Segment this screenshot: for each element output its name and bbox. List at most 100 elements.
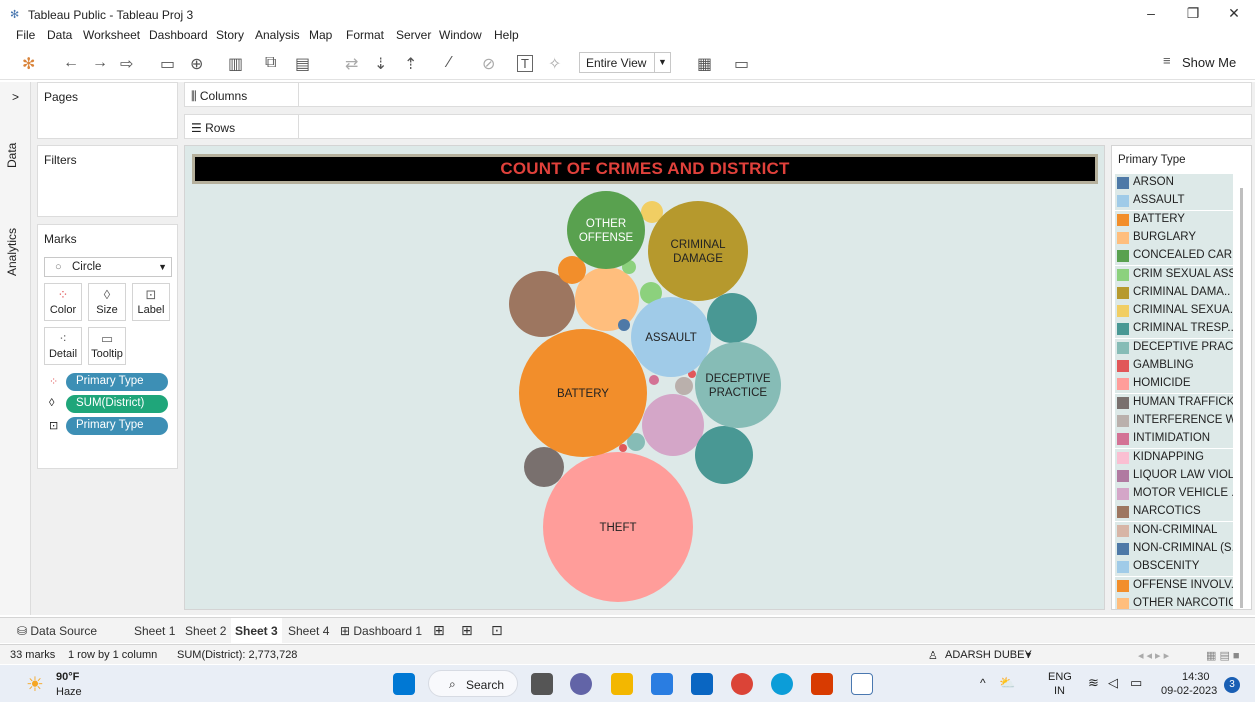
bubble-chart[interactable]: THEFTBATTERYCRIMINAL DAMAGEASSAULTDECEPTI… xyxy=(185,146,1106,611)
menu-format[interactable]: Format xyxy=(346,28,384,42)
bubble-mark[interactable] xyxy=(648,201,748,301)
bubble-mark[interactable] xyxy=(649,375,659,385)
new-story-icon[interactable]: ⊡ xyxy=(491,622,503,639)
clock-time[interactable]: 14:30 xyxy=(1182,671,1210,683)
taskbar-search[interactable]: ⌕ Search xyxy=(428,670,518,697)
tableau-taskbar-icon[interactable] xyxy=(851,673,873,695)
size-card[interactable]: ◊ Size xyxy=(88,283,126,321)
legend-item[interactable]: OTHER NARCOTIC.. xyxy=(1115,594,1233,609)
menu-server[interactable]: Server xyxy=(396,28,431,42)
new-worksheet-icon[interactable]: ⊞ xyxy=(433,622,445,639)
legend-item[interactable]: CONCEALED CAR.. xyxy=(1115,247,1233,266)
legend-item[interactable]: INTIMIDATION xyxy=(1115,430,1233,449)
new-sheet-icon[interactable]: ▥ xyxy=(228,54,243,74)
columns-shelf[interactable]: ⫼ Columns xyxy=(184,82,1252,107)
legend-item[interactable]: CRIMINAL TRESP.. xyxy=(1115,320,1233,339)
teams-icon[interactable] xyxy=(570,673,592,695)
bubble-mark[interactable] xyxy=(618,319,630,331)
notification-badge[interactable]: 3 xyxy=(1224,677,1240,693)
filters-shelf[interactable]: Filters xyxy=(37,145,178,217)
legend-item[interactable]: NARCOTICS xyxy=(1115,503,1233,522)
show-me-button[interactable]: Show Me xyxy=(1162,55,1236,70)
tab-sheet-3-active[interactable]: Sheet 3 xyxy=(231,618,282,644)
tab-sheet-1[interactable]: Sheet 1 xyxy=(134,624,175,638)
expand-chevron-icon[interactable]: > xyxy=(12,90,19,104)
battery-icon[interactable]: ▭ xyxy=(1130,675,1142,691)
bubble-mark[interactable] xyxy=(642,394,704,456)
presentation-toggle-icon[interactable]: ▦ xyxy=(697,54,712,74)
legend-item[interactable]: BURGLARY xyxy=(1115,228,1233,247)
legend-item[interactable]: CRIMINAL DAMA.. xyxy=(1115,283,1233,302)
legend-item[interactable]: NON-CRIMINAL (S.. xyxy=(1115,540,1233,558)
weather-icon[interactable]: ☀ xyxy=(26,672,44,697)
menu-worksheet[interactable]: Worksheet xyxy=(83,28,140,42)
mail-icon[interactable] xyxy=(691,673,713,695)
mark-type-dropdown[interactable]: ○ Circle ▼ xyxy=(44,257,172,277)
minimize-button[interactable]: – xyxy=(1136,5,1166,25)
duplicate-sheet-icon[interactable]: ⧉ xyxy=(265,54,276,72)
menu-file[interactable]: File xyxy=(16,28,35,42)
legend-item[interactable]: NON-CRIMINAL xyxy=(1115,521,1233,540)
wifi-icon[interactable]: ≋ xyxy=(1088,675,1099,691)
label-pill[interactable]: Primary Type xyxy=(66,417,168,435)
task-view-icon[interactable] xyxy=(531,673,553,695)
menu-dashboard[interactable]: Dashboard xyxy=(149,28,208,42)
color-card[interactable]: ⁘ Color xyxy=(44,283,82,321)
tab-analytics[interactable]: Analytics xyxy=(5,228,19,276)
legend-item[interactable]: CRIM SEXUAL ASS.. xyxy=(1115,265,1233,284)
tray-chevron-icon[interactable]: ^ xyxy=(980,676,986,690)
redo-icon[interactable]: → xyxy=(92,54,108,72)
tab-sheet-4[interactable]: Sheet 4 xyxy=(288,624,329,638)
data-source-tab[interactable]: ⛁ Data Source xyxy=(17,624,97,638)
legend-item[interactable]: ARSON xyxy=(1115,174,1233,192)
legend-item[interactable]: HOMICIDE xyxy=(1115,375,1233,394)
legend-item[interactable]: OBSCENITY xyxy=(1115,558,1233,577)
volume-icon[interactable]: ◁ xyxy=(1108,675,1118,691)
legend-item[interactable]: OFFENSE INVOLV.. xyxy=(1115,576,1233,595)
tab-dashboard-1[interactable]: ⊞ Dashboard 1 xyxy=(340,624,422,638)
swap-icon[interactable]: ⇄ xyxy=(345,54,358,74)
fit-dropdown[interactable]: Entire View ▼ xyxy=(579,52,671,73)
tab-data[interactable]: Data xyxy=(5,143,19,168)
add-datasource-icon[interactable]: ⊕ xyxy=(190,54,203,74)
legend-item[interactable]: MOTOR VEHICLE .. xyxy=(1115,485,1233,504)
menu-map[interactable]: Map xyxy=(309,28,332,42)
sort-desc-icon[interactable]: ⇡ xyxy=(404,54,417,74)
edge-icon[interactable] xyxy=(771,673,793,695)
language-code[interactable]: ENG xyxy=(1048,671,1072,683)
clock-date[interactable]: 09-02-2023 xyxy=(1161,685,1217,697)
bubble-mark[interactable] xyxy=(707,293,757,343)
menu-story[interactable]: Story xyxy=(216,28,244,42)
menu-window[interactable]: Window xyxy=(439,28,482,42)
bubble-mark[interactable] xyxy=(524,447,564,487)
bubble-mark[interactable] xyxy=(695,342,781,428)
size-pill[interactable]: SUM(District) xyxy=(66,395,168,413)
highlight-icon[interactable]: ∕ xyxy=(448,54,451,72)
show-labels-icon[interactable]: T xyxy=(517,55,533,72)
viz-canvas[interactable]: COUNT OF CRIMES AND DISTRICT THEFT BATTER… xyxy=(184,145,1105,610)
file-explorer-icon[interactable] xyxy=(611,673,633,695)
legend-scrollbar[interactable] xyxy=(1240,188,1243,608)
bubble-mark[interactable] xyxy=(695,426,753,484)
undo-icon[interactable]: ← xyxy=(63,54,79,72)
legend-item[interactable]: LIQUOR LAW VIOL.. xyxy=(1115,466,1233,485)
sort-asc-icon[interactable]: ⇣ xyxy=(374,54,387,74)
bubble-mark[interactable] xyxy=(575,267,639,331)
legend-item[interactable]: DECEPTIVE PRAC.. xyxy=(1115,338,1233,357)
presentation-mode-icon[interactable]: ▭ xyxy=(734,54,749,74)
view-toggle-icons[interactable]: ▦ ▤ ■ xyxy=(1206,649,1240,662)
legend-item[interactable]: BATTERY xyxy=(1115,210,1233,229)
tab-sheet-2[interactable]: Sheet 2 xyxy=(185,624,226,638)
sheet-nav-icons[interactable]: ◂◂▸▸ xyxy=(1138,649,1172,662)
restore-button[interactable]: ❐ xyxy=(1178,5,1208,25)
tooltip-card[interactable]: ▭ Tooltip xyxy=(88,327,126,365)
legend-item[interactable]: CRIMINAL SEXUA.. xyxy=(1115,302,1233,321)
tray-app-icons[interactable]: ⛅ xyxy=(999,675,1015,691)
store-icon[interactable] xyxy=(651,673,673,695)
legend-item[interactable]: GAMBLING xyxy=(1115,357,1233,375)
new-dashboard-icon[interactable]: ⊞ xyxy=(461,622,473,639)
windows-start-icon[interactable] xyxy=(393,673,415,695)
legend-item[interactable]: ASSAULT xyxy=(1115,192,1233,211)
wps-icon[interactable] xyxy=(811,673,833,695)
user-menu[interactable]: ADARSH DUBEY xyxy=(945,649,1032,661)
